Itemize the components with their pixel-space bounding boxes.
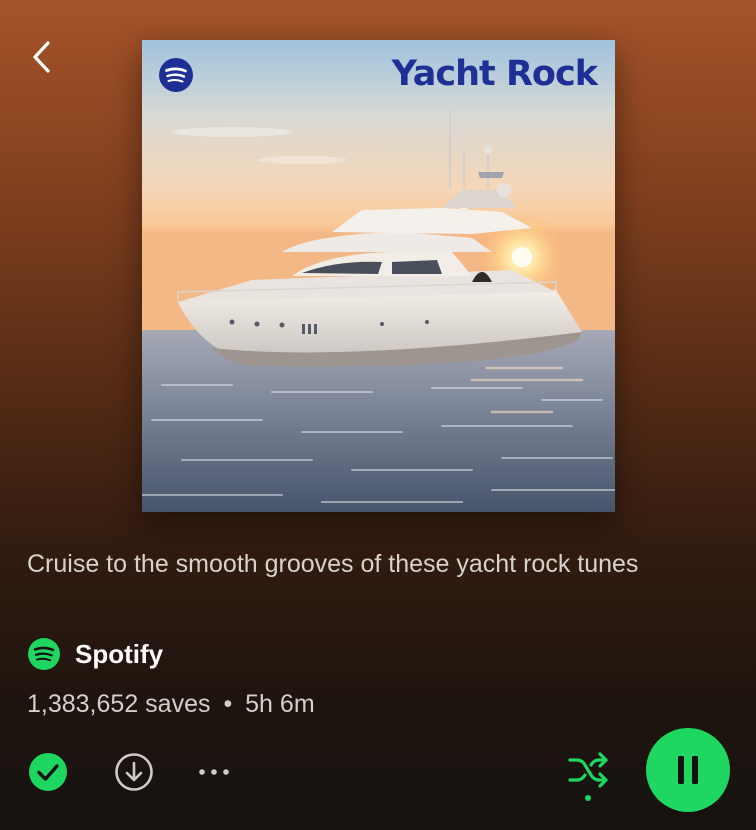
pause-icon	[678, 756, 698, 784]
spotify-icon	[28, 638, 60, 670]
playlist-cover: Yacht Rock	[142, 40, 615, 512]
playlist-owner[interactable]: Spotify	[27, 637, 163, 671]
more-options-button[interactable]	[192, 754, 236, 790]
owner-name: Spotify	[75, 638, 164, 669]
saves-count: 1,383,652 saves	[27, 690, 211, 718]
meta-separator: •	[223, 690, 233, 718]
shuffle-icon	[568, 752, 608, 801]
playlist-duration: 5h 6m	[245, 690, 315, 718]
action-bar	[0, 728, 756, 830]
back-button[interactable]	[26, 40, 56, 74]
download-icon	[115, 753, 153, 791]
saved-button[interactable]	[28, 752, 68, 792]
download-button[interactable]	[114, 752, 154, 792]
yacht-image	[142, 40, 615, 512]
spotify-icon	[159, 58, 193, 92]
pause-button[interactable]	[646, 728, 730, 812]
playlist-description: Cruise to the smooth grooves of these ya…	[27, 550, 639, 578]
check-circle-icon	[29, 753, 67, 791]
ellipsis-icon	[199, 769, 229, 775]
cover-title: Yacht Rock	[391, 54, 598, 94]
chevron-left-icon	[33, 41, 50, 73]
playlist-meta: 1,383,652 saves • 5h 6m	[27, 690, 315, 719]
shuffle-button[interactable]	[566, 748, 612, 804]
